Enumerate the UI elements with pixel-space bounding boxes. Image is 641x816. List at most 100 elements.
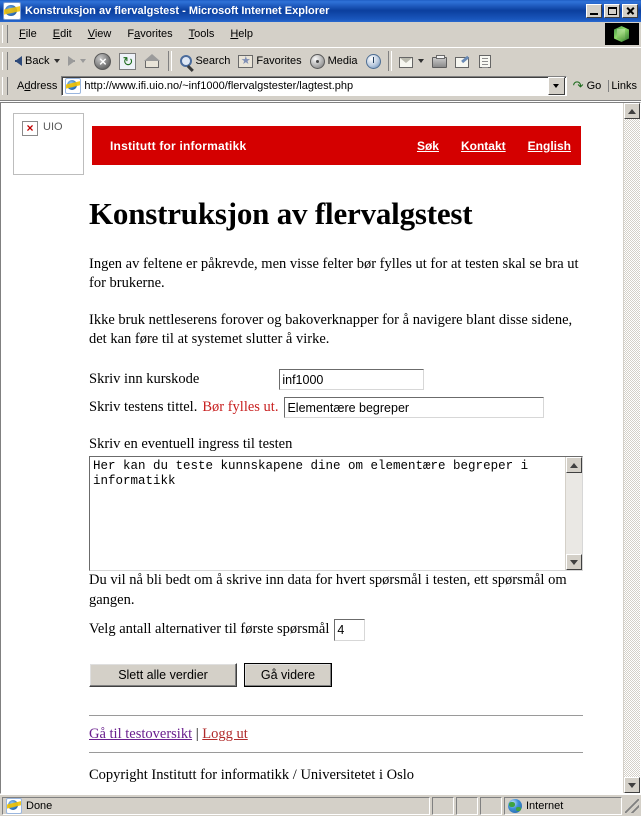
banner-title: Institutt for informatikk <box>110 138 247 153</box>
edit-button[interactable] <box>451 53 473 70</box>
globe-icon <box>508 798 522 813</box>
print-icon <box>431 55 447 68</box>
document-frame: UIO Institutt for informatikk Søk Kontak… <box>0 102 641 794</box>
print-button[interactable] <box>428 52 451 70</box>
address-dropdown-button[interactable] <box>547 77 565 95</box>
menu-bar: FFileile Edit View Favorites Tools Help <box>0 22 641 47</box>
menu-item-file[interactable]: FFileile <box>11 25 45 43</box>
history-button[interactable] <box>362 52 385 71</box>
security-zone-panel[interactable]: Internet <box>504 796 622 815</box>
stop-button[interactable] <box>90 51 115 72</box>
status-panel-2 <box>456 796 478 815</box>
go-label: Go <box>586 80 602 92</box>
footer-divider-bottom <box>89 751 583 753</box>
menu-item-tools[interactable]: Tools <box>181 25 223 43</box>
ingress-scroll-down-button[interactable] <box>566 554 582 571</box>
go-button[interactable]: Go <box>567 80 608 92</box>
discuss-icon <box>478 54 491 68</box>
tittel-label: Skriv testens tittel. <box>89 399 198 416</box>
address-input[interactable]: http://www.ifi.uio.no/~inf1000/flervalgs… <box>61 76 567 96</box>
forward-icon <box>68 56 76 66</box>
home-button[interactable] <box>140 51 165 72</box>
kurskode-input[interactable] <box>279 369 425 391</box>
address-url-text: http://www.ifi.uio.no/~inf1000/flervalgs… <box>84 80 354 92</box>
browser-client-area: UIO Institutt for informatikk Søk Kontak… <box>0 101 641 794</box>
title-bar: Konstruksjon av flervalgstest - Microsof… <box>0 0 641 22</box>
menu-item-edit[interactable]: Edit <box>45 25 80 43</box>
kurskode-row: Skriv inn kurskode <box>89 369 583 391</box>
back-label: Back <box>25 55 50 67</box>
test-form: Skriv inn kurskode Skriv testens tittel.… <box>89 369 583 687</box>
media-icon <box>309 53 325 69</box>
back-chevron-down-icon[interactable] <box>54 59 61 63</box>
uio-logo-alt-text: UIO <box>43 121 63 133</box>
ingress-scroll-up-button[interactable] <box>566 457 582 474</box>
banner-link-kontakt[interactable]: Kontakt <box>461 139 506 153</box>
links-button[interactable]: Links <box>608 80 641 92</box>
ingress-scrollbar[interactable] <box>565 457 582 571</box>
resize-grip[interactable] <box>625 798 639 813</box>
site-banner: Institutt for informatikk Søk Kontakt En… <box>92 126 581 165</box>
close-button[interactable] <box>622 4 638 18</box>
security-zone-label: Internet <box>526 799 564 812</box>
back-button[interactable]: Back <box>11 53 64 69</box>
browser-window: Konstruksjon av flervalgstest - Microsof… <box>0 0 641 816</box>
copyright-text: Copyright Institutt for informatikk / Un… <box>89 766 415 783</box>
tittel-input[interactable] <box>284 397 545 419</box>
link-testoversikt[interactable]: Gå til testoversikt <box>89 726 192 742</box>
link-logg-ut[interactable]: Logg ut <box>202 726 248 742</box>
menu-item-view[interactable]: View <box>80 25 120 43</box>
page-body: UIO Institutt for informatikk Søk Kontak… <box>1 103 623 784</box>
uio-logo[interactable]: UIO <box>13 113 84 175</box>
mail-button[interactable] <box>395 53 428 70</box>
tittel-row: Skriv testens tittel. Bør fylles ut. <box>89 397 583 419</box>
ingress-scroll-track[interactable] <box>566 473 582 554</box>
ingress-textarea-value[interactable]: Her kan du teste kunnskapene dine om ele… <box>90 457 565 570</box>
favorites-button[interactable]: Favorites <box>234 53 305 70</box>
address-grip[interactable] <box>2 77 8 95</box>
minimize-button[interactable] <box>586 4 602 18</box>
page-scroll-track[interactable] <box>624 119 640 777</box>
broken-image-icon <box>22 121 38 136</box>
address-bar: Address http://www.ifi.uio.no/~inf1000/f… <box>0 74 641 101</box>
page-scroll-up-button[interactable] <box>624 103 640 119</box>
submit-button[interactable]: Gå videre <box>244 662 332 687</box>
toolbar-grip[interactable] <box>2 52 8 70</box>
refresh-button[interactable] <box>115 51 140 72</box>
maximize-button[interactable] <box>604 4 620 18</box>
menu-item-help[interactable]: Help <box>222 25 261 43</box>
page-scroll-down-button[interactable] <box>624 777 640 793</box>
banner-link-english[interactable]: English <box>528 139 571 153</box>
search-icon <box>180 55 193 67</box>
internet-explorer-icon <box>3 2 21 20</box>
mail-icon <box>398 56 413 68</box>
forward-button[interactable] <box>64 54 90 68</box>
banner-link-sok[interactable]: Søk <box>417 139 439 153</box>
info-paragraph: Du vil nå bli bedt om å skrive inn data … <box>89 572 567 608</box>
stop-icon <box>94 52 112 70</box>
menu-item-favorites[interactable]: Favorites <box>119 25 180 43</box>
discuss-button[interactable] <box>473 53 495 70</box>
page-scrollbar[interactable] <box>623 103 640 793</box>
status-bar: Done Internet <box>0 794 641 816</box>
web-page: UIO Institutt for informatikk Søk Kontak… <box>1 103 623 793</box>
menu-grip[interactable] <box>2 25 8 43</box>
reset-button[interactable]: Slett alle verdier <box>89 662 237 687</box>
media-button[interactable]: Media <box>306 52 362 71</box>
ingress-textarea[interactable]: Her kan du teste kunnskapene dine om ele… <box>89 456 583 572</box>
mail-chevron-down-icon[interactable] <box>417 59 424 63</box>
antall-label: Velg antall alternativer til første spør… <box>89 621 330 638</box>
toolbar-separator-2 <box>387 51 392 71</box>
favorites-star-icon <box>238 54 254 68</box>
search-button[interactable]: Search <box>175 53 234 69</box>
page-content: Konstruksjon av flervalgstest Ingen av f… <box>1 196 623 784</box>
antall-row: Velg antall alternativer til første spør… <box>89 618 583 641</box>
status-message: Done <box>26 799 53 812</box>
media-label: Media <box>327 55 358 67</box>
intro-paragraph-2: Ikke bruk nettleserens forover og bakove… <box>89 311 573 347</box>
status-message-panel: Done <box>2 796 430 815</box>
forward-chevron-down-icon[interactable] <box>80 59 87 63</box>
footer-divider-top <box>89 714 583 716</box>
footer-links: Gå til testoversikt | Logg ut <box>89 726 583 743</box>
antall-input[interactable] <box>334 618 366 641</box>
